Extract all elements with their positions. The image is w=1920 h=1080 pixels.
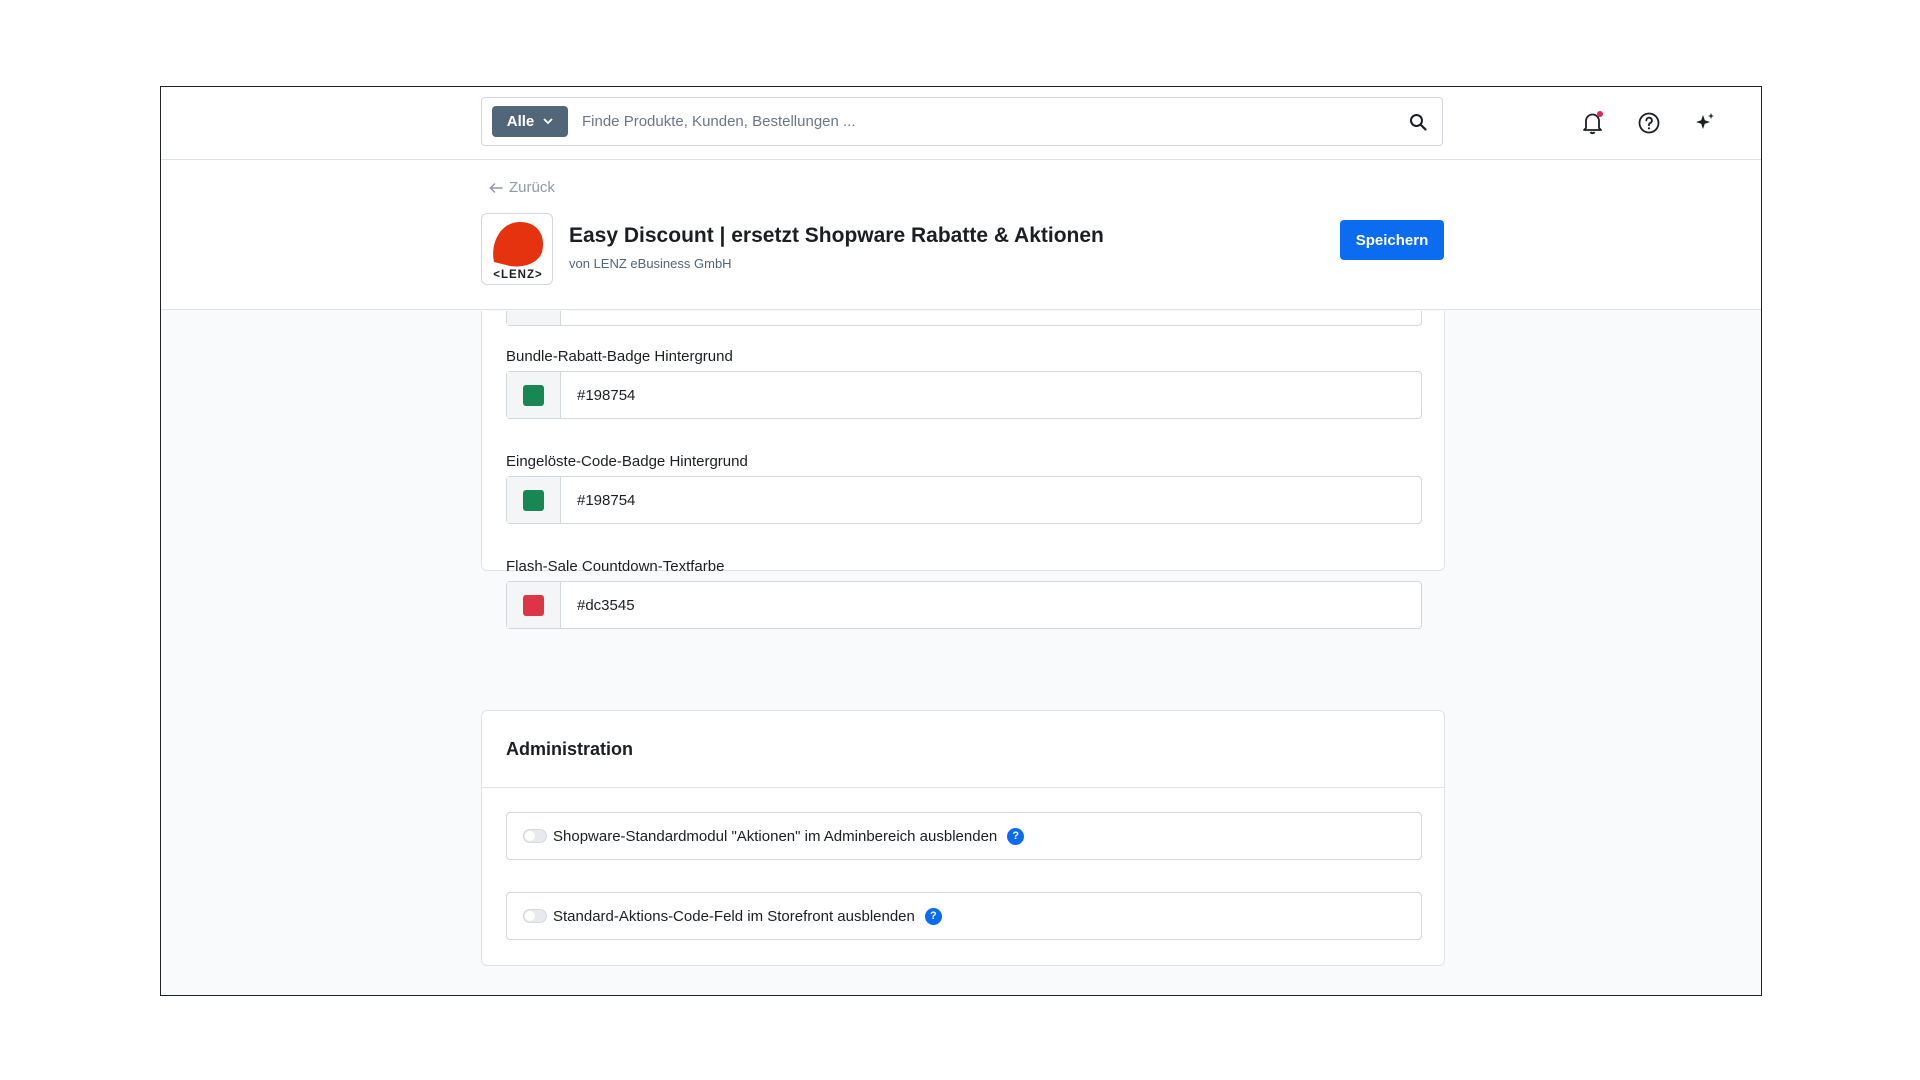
color-swatch-button[interactable] xyxy=(507,477,561,523)
color-value[interactable]: #198754 xyxy=(561,477,635,523)
logo-wordmark: <LENZ> xyxy=(493,269,542,281)
main-content: Bundle-Rabatt-Badge Hintergrund #198754 … xyxy=(161,311,1761,995)
search-button[interactable] xyxy=(1394,98,1442,146)
global-search: Alle xyxy=(481,97,1443,146)
divider xyxy=(482,787,1444,788)
notifications-button[interactable] xyxy=(1577,107,1609,139)
color-value[interactable]: #198754 xyxy=(561,372,635,418)
color-swatch-button[interactable] xyxy=(507,311,561,325)
color-swatch-button[interactable] xyxy=(507,582,561,628)
chevron-down-icon xyxy=(543,118,553,125)
color-swatch xyxy=(523,594,544,616)
help-icon[interactable]: ? xyxy=(924,907,942,925)
search-type-label: Alle xyxy=(506,113,535,130)
color-field-bundle-badge[interactable]: #198754 xyxy=(506,371,1422,419)
toggle-label: Shopware-Standardmodul "Aktionen" im Adm… xyxy=(553,827,998,845)
back-label: Zurück xyxy=(509,179,555,196)
toggle-label: Standard-Aktions-Code-Feld im Storefront… xyxy=(553,907,915,925)
help-center-button[interactable] xyxy=(1633,107,1665,139)
question-circle-icon xyxy=(1638,112,1660,134)
field-label: Bundle-Rabatt-Badge Hintergrund xyxy=(506,348,733,365)
help-icon[interactable]: ? xyxy=(1007,827,1025,845)
color-swatch-button[interactable] xyxy=(507,372,561,418)
search-icon xyxy=(1410,113,1427,131)
color-swatch xyxy=(523,489,544,511)
toggle-switch[interactable] xyxy=(523,909,547,923)
search-type-select[interactable]: Alle xyxy=(492,106,568,137)
save-button[interactable]: Speichern xyxy=(1340,220,1444,260)
administration-card: Administration Shopware-Standardmodul "A… xyxy=(481,710,1445,966)
back-link[interactable]: Zurück xyxy=(489,179,555,196)
page-subtitle: von LENZ eBusiness GmbH xyxy=(569,256,732,271)
color-field-partial[interactable] xyxy=(506,311,1422,326)
field-label: Flash-Sale Countdown-Textfarbe xyxy=(506,558,725,575)
search-input[interactable] xyxy=(582,98,1394,145)
app-window: Alle Finde Produkte, Kunden, Bestellunge… xyxy=(160,86,1762,996)
lenz-logo-icon: <LENZ> xyxy=(493,222,544,281)
toggle-switch[interactable] xyxy=(523,829,547,843)
color-value[interactable]: #dc3545 xyxy=(561,582,635,628)
color-field-redeemed-code-badge[interactable]: #198754 xyxy=(506,476,1422,524)
page-title: Easy Discount | ersetzt Shopware Rabatte… xyxy=(569,224,1104,247)
color-field-flash-sale-countdown[interactable]: #dc3545 xyxy=(506,581,1422,629)
bell-icon xyxy=(1583,111,1603,135)
top-bar: Alle xyxy=(161,87,1761,160)
field-label: Eingelöste-Code-Badge Hintergrund xyxy=(506,453,748,470)
color-swatch xyxy=(523,384,544,406)
toggle-hide-promo-code-field: Standard-Aktions-Code-Feld im Storefront… xyxy=(506,892,1422,940)
plugin-logo: <LENZ> xyxy=(481,213,553,285)
page-header: Zurück <LENZ> Easy Discount | ersetzt Sh… xyxy=(161,160,1761,310)
sparkles-icon xyxy=(1696,113,1714,129)
toggle-hide-promotions-module: Shopware-Standardmodul "Aktionen" im Adm… xyxy=(506,812,1422,860)
ai-copilot-button[interactable] xyxy=(1689,107,1721,139)
colors-card: Bundle-Rabatt-Badge Hintergrund #198754 … xyxy=(481,311,1445,629)
card-title: Administration xyxy=(506,739,634,759)
arrow-left-icon xyxy=(489,182,503,193)
